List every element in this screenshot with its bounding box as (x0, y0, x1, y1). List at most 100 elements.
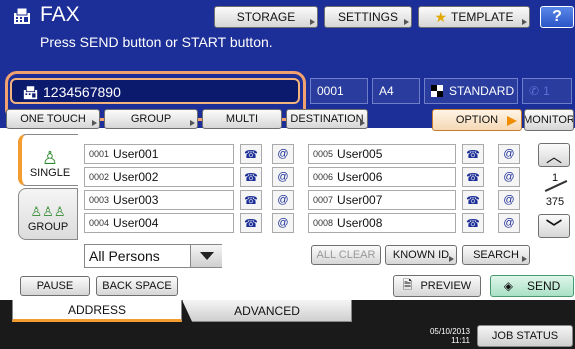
storage-button[interactable]: STORAGE (214, 6, 318, 28)
list-item[interactable]: 0007 User007 (308, 190, 456, 210)
list-item[interactable]: 0008 User008 (308, 213, 456, 233)
entry-number: 0003 (89, 195, 110, 205)
page-indicator: 1 375 (540, 169, 570, 213)
chevron-right-icon (92, 120, 97, 126)
app-title: FAX (40, 3, 80, 26)
entry-name: User002 (113, 170, 159, 184)
tab-one-touch-label: ONE TOUCH (20, 113, 86, 125)
email-icon[interactable]: @ (498, 144, 520, 164)
status-datetime: 05/10/2013 11:11 (420, 327, 470, 345)
tab-multi[interactable]: MULTI (202, 109, 282, 129)
settings-button[interactable]: SETTINGS (324, 6, 412, 28)
fax-icon[interactable]: ☎ (240, 190, 262, 210)
resolution: STANDARD (424, 78, 518, 104)
list-item[interactable]: 0005 User005 (308, 144, 456, 164)
tab-group-dial[interactable]: GROUP (104, 109, 198, 129)
fax-icon (14, 7, 30, 24)
entry-number: 0001 (89, 149, 110, 159)
status-date: 05/10/2013 (429, 327, 470, 336)
scroll-down-button[interactable]: ﹀ (538, 214, 570, 238)
known-id-button[interactable]: KNOWN ID (385, 245, 457, 265)
email-icon[interactable]: @ (272, 190, 294, 210)
job-status-label: JOB STATUS (491, 330, 559, 342)
tab-advanced-label: ADVANCED (234, 303, 300, 318)
template-label: TEMPLATE (451, 10, 514, 24)
instruction-text: Press SEND button or START button. (40, 34, 273, 50)
backspace-button[interactable]: BACK SPACE (96, 276, 178, 296)
entry-number: 0004 (89, 218, 110, 228)
entry-name: User001 (113, 147, 159, 161)
fax-icon[interactable]: ☎ (240, 213, 262, 233)
entry-number: 0008 (313, 218, 334, 228)
tab-multi-label: MULTI (225, 113, 259, 125)
tab-destination[interactable]: DESTINATION (286, 109, 368, 129)
chevron-right-icon (310, 19, 315, 25)
address-type-tabs: ♙ SINGLE ♙♙♙ GROUP (18, 134, 78, 266)
all-clear-label: ALL CLEAR (316, 249, 376, 261)
preview-icon: 🗎 (402, 277, 413, 292)
resolution-value: STANDARD (449, 84, 515, 98)
fax-icon[interactable]: ☎ (462, 190, 484, 210)
email-icon[interactable]: @ (272, 167, 294, 187)
monitor-button[interactable]: MONITOR (524, 109, 574, 131)
filter-value: All Persons (89, 248, 160, 264)
entry-name: User004 (113, 216, 159, 230)
email-icon[interactable]: @ (498, 190, 520, 210)
person-icon: ♙ (41, 148, 59, 168)
arrow-right-icon (507, 116, 517, 126)
list-item[interactable]: 0006 User006 (308, 167, 456, 187)
entry-name: User007 (337, 193, 383, 207)
fax-icon[interactable]: ☎ (462, 213, 484, 233)
tab-group-dial-label: GROUP (130, 113, 172, 125)
tab-group[interactable]: ♙♙♙ GROUP (18, 188, 78, 240)
preview-button[interactable]: 🗎 PREVIEW (393, 275, 481, 297)
fax-icon[interactable]: ☎ (462, 144, 484, 164)
paper-size-value: A4 (379, 84, 394, 98)
entry-number: 0005 (313, 149, 334, 159)
fax-icon[interactable]: ☎ (462, 167, 484, 187)
list-item[interactable]: 0002 User002 (84, 167, 234, 187)
tab-address[interactable]: ADDRESS (12, 300, 182, 322)
start-icon: ◈ (503, 279, 513, 293)
star-icon: ★ (434, 8, 448, 25)
backspace-label: BACK SPACE (102, 280, 172, 292)
send-button[interactable]: ◈ SEND (490, 275, 574, 297)
line-value: 1 (543, 84, 550, 98)
email-icon[interactable]: @ (272, 144, 294, 164)
entry-name: User003 (113, 193, 159, 207)
settings-label: SETTINGS (337, 10, 398, 24)
all-clear-button[interactable]: ALL CLEAR (311, 245, 381, 265)
chevron-right-icon (449, 256, 454, 262)
fax-icon[interactable]: ☎ (240, 167, 262, 187)
email-icon[interactable]: @ (272, 213, 294, 233)
group-icon: ♙♙♙ (30, 204, 66, 219)
send-label: SEND (526, 279, 561, 293)
page-total: 375 (545, 196, 565, 208)
option-button[interactable]: OPTION (432, 109, 522, 131)
list-item[interactable]: 0004 User004 (84, 213, 234, 233)
search-button[interactable]: SEARCH (462, 245, 530, 265)
email-icon[interactable]: @ (498, 167, 520, 187)
list-item[interactable]: 0001 User001 (84, 144, 234, 164)
checker-icon (431, 85, 443, 97)
tab-one-touch[interactable]: ONE TOUCH (6, 109, 100, 129)
job-status-button[interactable]: JOB STATUS (477, 325, 573, 347)
tab-advanced[interactable]: ADVANCED (182, 300, 352, 322)
option-label: OPTION (455, 114, 499, 126)
help-button[interactable]: ? (540, 6, 574, 28)
dropdown-arrow-icon[interactable] (190, 245, 222, 267)
chevron-right-icon (404, 19, 409, 25)
tab-single[interactable]: ♙ SINGLE (18, 134, 78, 186)
pause-button[interactable]: PAUSE (20, 276, 90, 296)
scroll-up-button[interactable]: ︿ (538, 143, 570, 167)
list-item[interactable]: 0003 User003 (84, 190, 234, 210)
known-id-label: KNOWN ID (392, 249, 450, 261)
entry-number: 0007 (313, 195, 334, 205)
tab-single-label: SINGLE (29, 167, 71, 179)
chevron-right-icon (522, 19, 527, 25)
email-icon[interactable]: @ (498, 213, 520, 233)
template-button[interactable]: ★ TEMPLATE (418, 6, 530, 28)
fax-icon[interactable]: ☎ (240, 144, 262, 164)
storage-label: STORAGE (236, 10, 296, 24)
entry-name: User005 (337, 147, 383, 161)
